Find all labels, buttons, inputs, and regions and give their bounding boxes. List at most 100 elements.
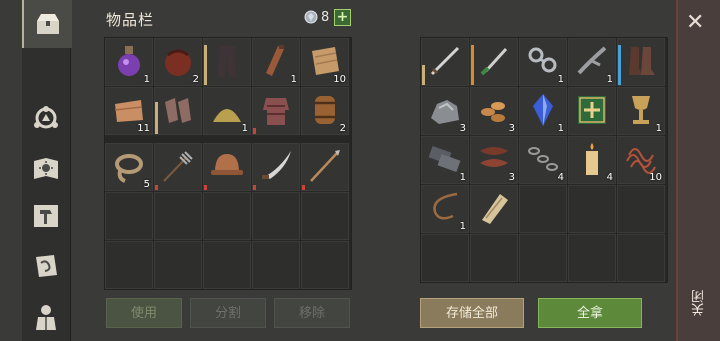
storage-slot[interactable]: 3 (470, 136, 518, 184)
item-durability-bar (618, 45, 621, 85)
inventory-slot-empty[interactable] (203, 241, 251, 289)
take-all-button[interactable]: 全拿 (538, 298, 642, 328)
item-quantity: 1 (557, 74, 564, 85)
storage-slot-empty[interactable] (519, 234, 567, 282)
remove-button[interactable]: 移除 (274, 298, 350, 328)
whip-icon (433, 192, 458, 220)
inventory-slot[interactable] (203, 143, 251, 191)
storage-slot-empty[interactable] (519, 185, 567, 233)
flask-icon (266, 45, 284, 76)
close-label[interactable]: 关闭 (690, 290, 709, 316)
item-durability-bar (302, 185, 305, 190)
scroll-bundle-icon (482, 194, 508, 224)
storage-slot[interactable] (617, 38, 665, 86)
item-quantity: 1 (143, 74, 150, 85)
inventory-slot-empty[interactable] (203, 192, 251, 240)
inventory-slot-empty[interactable] (154, 192, 202, 240)
inventory-slot[interactable] (203, 38, 251, 86)
chest-icon (37, 14, 59, 34)
leather-bag-icon (165, 49, 191, 76)
storage-slot[interactable] (421, 38, 469, 86)
storage-slot[interactable] (470, 185, 518, 233)
boots-icon (629, 47, 655, 75)
storage-slot[interactable]: 3 (470, 87, 518, 135)
inventory-slot[interactable]: 2 (154, 38, 202, 86)
inventory-slot[interactable]: 5 (105, 143, 153, 191)
storage-slot[interactable]: 4 (568, 136, 616, 184)
inventory-slot[interactable]: 1 (252, 38, 300, 86)
inventory-title: 物品栏 (106, 11, 155, 29)
storage-slot[interactable]: 3 (421, 87, 469, 135)
green-book-icon (578, 96, 606, 124)
split-button[interactable]: 分割 (190, 298, 266, 328)
inventory-slot[interactable] (252, 87, 300, 135)
inventory-slot[interactable] (154, 143, 202, 191)
storage-slot-empty[interactable] (568, 185, 616, 233)
barrel-icon (315, 96, 335, 124)
item-durability-bar (204, 45, 207, 85)
tab-build[interactable] (22, 192, 70, 240)
gloves-icon (165, 98, 191, 123)
item-quantity: 4 (606, 172, 613, 183)
tab-crafting[interactable] (22, 94, 70, 142)
inventory-slot[interactable]: 2 (301, 87, 349, 135)
storage-slot[interactable]: 10 (617, 136, 665, 184)
item-quantity: 2 (192, 74, 199, 85)
tab-character[interactable] (22, 293, 70, 341)
storage-slot[interactable] (470, 38, 518, 86)
close-icon[interactable]: ✕ (686, 10, 704, 35)
item-quantity: 11 (137, 123, 150, 134)
inventory-slot[interactable] (154, 87, 202, 135)
storage-slot[interactable]: 1 (519, 38, 567, 86)
inventory-slot[interactable] (252, 143, 300, 191)
storage-slot[interactable]: 4 (519, 136, 567, 184)
item-quantity: 4 (557, 172, 564, 183)
item-quantity: 1 (459, 172, 466, 183)
inventory-slot-empty[interactable] (252, 192, 300, 240)
inventory-slot[interactable]: 11 (105, 87, 153, 135)
storage-slot[interactable]: 1 (421, 136, 469, 184)
item-quantity: 1 (459, 221, 466, 232)
storage-slot-empty[interactable] (568, 234, 616, 282)
inventory-slot-empty[interactable] (301, 192, 349, 240)
storage-slot[interactable]: 1 (568, 38, 616, 86)
inventory-slot-empty[interactable] (105, 241, 153, 289)
sword-icon (430, 46, 460, 76)
scimitar-icon (262, 151, 291, 179)
storage-slot[interactable]: 1 (519, 87, 567, 135)
add-gems-button[interactable]: + (334, 9, 351, 26)
item-durability-bar (422, 65, 425, 85)
store-all-button[interactable]: 存储全部 (420, 298, 524, 328)
use-button[interactable]: 使用 (106, 298, 182, 328)
inventory-slot[interactable]: 1 (105, 38, 153, 86)
inventory-slot-empty[interactable] (252, 241, 300, 289)
leather-armor-icon (263, 98, 289, 125)
storage-slot[interactable]: 1 (421, 185, 469, 233)
inventory-slot-empty[interactable] (154, 241, 202, 289)
storage-slot[interactable] (568, 87, 616, 135)
inventory-slot[interactable] (301, 143, 349, 191)
scroll-icon (36, 255, 57, 277)
inventory-grid: 1 2 1 10 11 1 2 5 (104, 37, 352, 290)
item-quantity: 5 (143, 179, 150, 190)
inventory-slot[interactable]: 10 (301, 38, 349, 86)
item-quantity: 1 (241, 123, 248, 134)
item-quantity: 10 (649, 172, 662, 183)
helmet-icon (211, 154, 243, 175)
storage-slot-empty[interactable] (617, 185, 665, 233)
grain-icon (481, 102, 505, 122)
tab-inventory[interactable] (22, 0, 72, 48)
item-durability-bar (155, 102, 158, 134)
storage-slot-empty[interactable] (421, 234, 469, 282)
storage-slot[interactable]: 1 (617, 87, 665, 135)
leather-strips-icon (480, 147, 508, 167)
inventory-slot[interactable]: 1 (203, 87, 251, 135)
storage-slot-empty[interactable] (470, 234, 518, 282)
ore-icon (431, 100, 459, 124)
inventory-slot-empty[interactable] (105, 192, 153, 240)
potion-icon (118, 46, 140, 76)
inventory-slot-empty[interactable] (301, 241, 349, 289)
tab-quests[interactable] (22, 242, 70, 290)
storage-slot-empty[interactable] (617, 234, 665, 282)
tab-skills[interactable] (22, 144, 70, 192)
